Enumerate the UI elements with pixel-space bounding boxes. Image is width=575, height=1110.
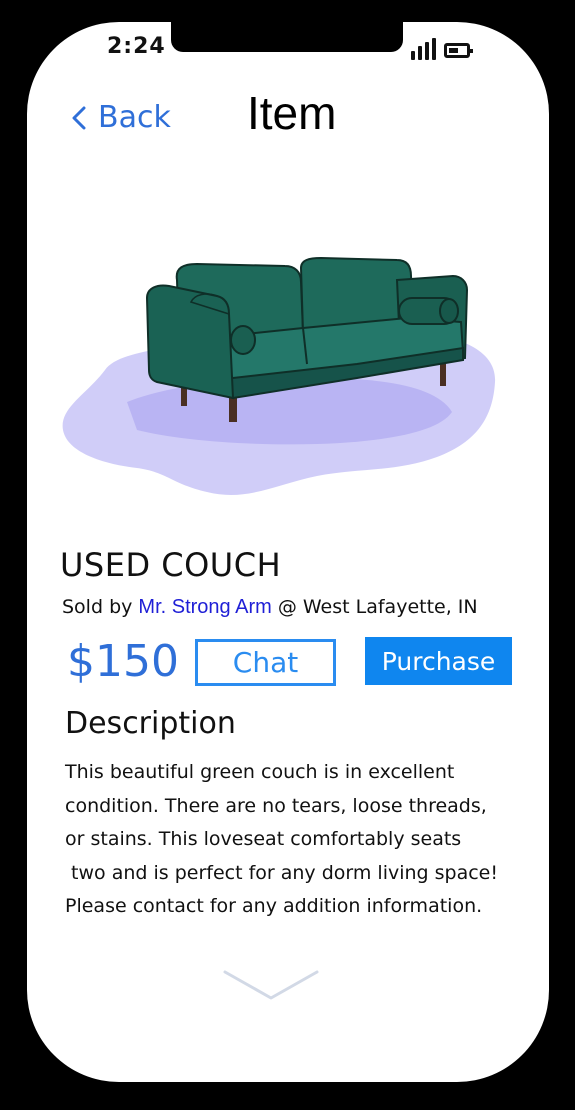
- couch-image: [62, 256, 496, 495]
- status-indicators: [411, 38, 473, 60]
- seller-info: Sold by Mr. Strong Arm @ West Lafayette,…: [62, 596, 478, 619]
- status-time: 2:24: [107, 34, 166, 59]
- phone-notch: [171, 22, 403, 52]
- description-line: or stains. This loveseat comfortably sea…: [65, 828, 462, 850]
- seller-location: @ West Lafayette, IN: [277, 596, 478, 618]
- description-line: This beautiful green couch is in excelle…: [65, 761, 455, 783]
- signal-icon: [411, 38, 436, 60]
- description-line: two and is perfect for any dorm living s…: [65, 861, 498, 884]
- item-name: USED COUCH: [60, 546, 282, 584]
- description-line: condition. There are no tears, loose thr…: [65, 794, 487, 817]
- chevron-down-icon[interactable]: [221, 966, 321, 1006]
- price-label: $150: [67, 636, 179, 687]
- back-button[interactable]: Back: [70, 100, 171, 135]
- chevron-left-icon: [72, 106, 86, 129]
- purchase-button[interactable]: Purchase: [365, 637, 512, 685]
- sold-by-label: Sold by: [62, 596, 133, 618]
- description-heading: Description: [65, 706, 236, 741]
- seller-link[interactable]: Mr. Strong Arm: [138, 596, 271, 618]
- chat-button[interactable]: Chat: [195, 639, 336, 686]
- back-label: Back: [98, 100, 171, 135]
- page-title: Item: [247, 87, 337, 139]
- phone-screen: 2:24 Back Item USED COUCH Sold by Mr. St…: [27, 22, 549, 1082]
- battery-icon: [444, 43, 473, 58]
- description-line: Please contact for any addition informat…: [65, 895, 483, 917]
- description-text: This beautiful green couch is in excelle…: [65, 756, 535, 924]
